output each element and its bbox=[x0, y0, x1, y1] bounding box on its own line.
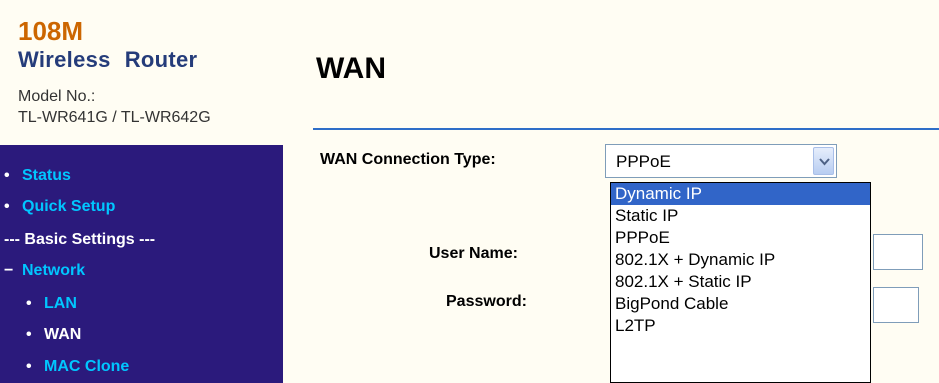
sidebar: 108M Wireless Router Model No.: TL-WR641G… bbox=[0, 0, 283, 383]
username-label: User Name: bbox=[429, 245, 518, 262]
model-number-label: Model No.: bbox=[18, 88, 96, 105]
nav-menu: • Status • Quick Setup --- Basic Settings … bbox=[0, 145, 283, 383]
title-divider bbox=[313, 128, 939, 130]
model-number-value: TL-WR641G / TL-WR642G bbox=[18, 109, 211, 126]
menu-item-quick-setup[interactable]: • Quick Setup bbox=[4, 195, 115, 219]
brand-product-word: Wireless bbox=[18, 47, 111, 72]
wan-connection-type-select[interactable]: PPPoE bbox=[605, 144, 837, 178]
menu-item-label: WAN bbox=[44, 326, 82, 343]
username-input[interactable] bbox=[873, 234, 923, 270]
menu-item-label: LAN bbox=[44, 295, 77, 312]
dropdown-option[interactable]: Static IP bbox=[611, 205, 870, 227]
bullet-icon: • bbox=[4, 198, 10, 215]
wan-connection-type-label: WAN Connection Type: bbox=[320, 151, 496, 168]
dropdown-option[interactable]: L2TP bbox=[611, 315, 870, 337]
dropdown-option[interactable]: Dynamic IP bbox=[611, 183, 870, 205]
page-title: WAN bbox=[316, 52, 386, 85]
menu-item-status[interactable]: • Status bbox=[4, 164, 71, 188]
bullet-icon: • bbox=[26, 295, 32, 312]
brand-panel: 108M Wireless Router Model No.: TL-WR641G… bbox=[0, 0, 283, 145]
chevron-down-icon bbox=[819, 158, 830, 166]
menu-item-wan[interactable]: • WAN bbox=[26, 323, 81, 347]
dropdown-arrow-button[interactable] bbox=[813, 147, 834, 175]
brand-product-word: Router bbox=[124, 47, 198, 72]
menu-item-network[interactable]: − Network bbox=[4, 259, 85, 283]
brand-product-name: Wireless Router bbox=[18, 48, 197, 72]
menu-section-basic-settings: --- Basic Settings --- bbox=[4, 231, 156, 248]
menu-item-label: Network bbox=[22, 262, 86, 279]
bullet-icon: • bbox=[26, 358, 32, 375]
bullet-icon: • bbox=[26, 326, 32, 343]
collapse-icon: − bbox=[4, 262, 14, 279]
password-label: Password: bbox=[446, 293, 527, 310]
dropdown-option[interactable]: 802.1X + Static IP bbox=[611, 271, 870, 293]
brand-model-line: 108M bbox=[18, 16, 84, 46]
menu-item-label: Status bbox=[22, 167, 71, 184]
password-input[interactable] bbox=[873, 287, 919, 323]
dropdown-option[interactable]: 802.1X + Dynamic IP bbox=[611, 249, 870, 271]
menu-item-label: MAC Clone bbox=[44, 358, 130, 375]
wan-connection-type-options: Dynamic IP Static IP PPPoE 802.1X + Dyna… bbox=[610, 182, 871, 383]
menu-item-mac-clone[interactable]: • MAC Clone bbox=[26, 355, 129, 379]
dropdown-option[interactable]: BigPond Cable bbox=[611, 293, 870, 315]
bullet-icon: • bbox=[4, 167, 10, 184]
menu-item-lan[interactable]: • LAN bbox=[26, 292, 77, 316]
main-content: WAN WAN Connection Type: User Name: Pass… bbox=[283, 0, 939, 383]
dropdown-option[interactable]: PPPoE bbox=[611, 227, 870, 249]
menu-item-label: Quick Setup bbox=[22, 198, 116, 215]
wan-connection-type-value: PPPoE bbox=[616, 152, 671, 171]
